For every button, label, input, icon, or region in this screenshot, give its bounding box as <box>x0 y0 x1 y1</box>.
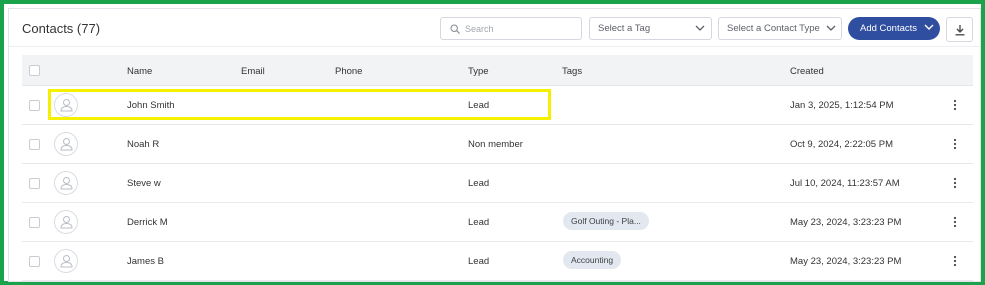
search-icon <box>450 24 460 34</box>
add-contacts-button[interactable]: Add Contacts <box>848 17 940 40</box>
search-box[interactable] <box>440 17 582 40</box>
row-checkbox[interactable] <box>29 100 40 111</box>
page-title: Contacts (77) <box>22 21 101 36</box>
table-row[interactable]: Derrick M Lead Golf Outing - Pla... May … <box>22 203 973 242</box>
contact-type: Lead <box>468 217 490 228</box>
row-checkbox[interactable] <box>29 217 40 228</box>
more-vertical-icon[interactable] <box>952 216 958 228</box>
more-vertical-icon[interactable] <box>952 255 958 267</box>
contact-created: May 23, 2024, 3:23:23 PM <box>790 217 902 228</box>
row-checkbox[interactable] <box>29 139 40 150</box>
column-header-tags[interactable]: Tags <box>562 66 582 77</box>
contact-type: Lead <box>468 100 490 111</box>
table-row[interactable]: James B Lead Accounting May 23, 2024, 3:… <box>22 242 973 281</box>
tag-select[interactable]: Select a Tag <box>589 17 712 40</box>
column-header-name[interactable]: Name <box>127 66 152 77</box>
select-all-checkbox[interactable] <box>29 65 40 76</box>
user-icon <box>60 177 73 190</box>
chevron-down-icon <box>924 24 934 30</box>
contacts-panel: Contacts (77) Select a Tag Select a Cont… <box>8 8 981 282</box>
tag-select-label: Select a Tag <box>598 23 651 34</box>
table-header: Name Email Phone Type Tags Created <box>22 55 973 86</box>
header-divider <box>9 46 980 47</box>
contact-created: Jul 10, 2024, 11:23:57 AM <box>790 178 900 189</box>
user-icon <box>60 216 73 229</box>
table-row[interactable]: Noah R Non member Oct 9, 2024, 2:22:05 P… <box>22 125 973 164</box>
column-header-phone[interactable]: Phone <box>335 66 362 77</box>
more-vertical-icon[interactable] <box>952 138 958 150</box>
contact-type: Lead <box>468 256 490 267</box>
avatar <box>54 210 78 234</box>
contact-created: Oct 9, 2024, 2:22:05 PM <box>790 139 893 150</box>
tag-chip[interactable]: Accounting <box>563 251 622 269</box>
column-header-type[interactable]: Type <box>468 66 489 77</box>
avatar <box>54 132 78 156</box>
user-icon <box>60 99 73 112</box>
screenshot-frame: Contacts (77) Select a Tag Select a Cont… <box>0 0 985 285</box>
contact-created: Jan 3, 2025, 1:12:54 PM <box>790 100 894 111</box>
more-vertical-icon[interactable] <box>952 99 958 111</box>
row-checkbox[interactable] <box>29 256 40 267</box>
contact-created: May 23, 2024, 3:23:23 PM <box>790 256 902 267</box>
chevron-down-icon <box>826 25 836 31</box>
search-input[interactable] <box>465 21 575 36</box>
contact-type-select[interactable]: Select a Contact Type <box>718 17 842 40</box>
contact-name[interactable]: Derrick M <box>127 217 168 228</box>
table-row[interactable]: John Smith Lead Jan 3, 2025, 1:12:54 PM <box>22 86 973 125</box>
column-header-created[interactable]: Created <box>790 66 824 77</box>
contact-name[interactable]: James B <box>127 256 164 267</box>
download-button[interactable] <box>946 17 973 42</box>
column-header-email[interactable]: Email <box>241 66 265 77</box>
user-icon <box>60 255 73 268</box>
table-row[interactable]: Steve w Lead Jul 10, 2024, 11:23:57 AM <box>22 164 973 203</box>
contact-type: Non member <box>468 139 523 150</box>
contact-name[interactable]: John Smith <box>127 100 175 111</box>
user-icon <box>60 138 73 151</box>
row-checkbox[interactable] <box>29 178 40 189</box>
more-vertical-icon[interactable] <box>952 177 958 189</box>
download-icon <box>955 25 965 36</box>
avatar <box>54 93 78 117</box>
avatar <box>54 171 78 195</box>
contact-type: Lead <box>468 178 490 189</box>
contact-name[interactable]: Noah R <box>127 139 159 150</box>
add-contacts-label: Add Contacts <box>860 23 918 34</box>
chevron-down-icon <box>695 25 705 31</box>
avatar <box>54 249 78 273</box>
contact-type-select-label: Select a Contact Type <box>727 23 820 34</box>
tag-chip[interactable]: Golf Outing - Pla... <box>563 212 649 230</box>
contact-name[interactable]: Steve w <box>127 178 161 189</box>
